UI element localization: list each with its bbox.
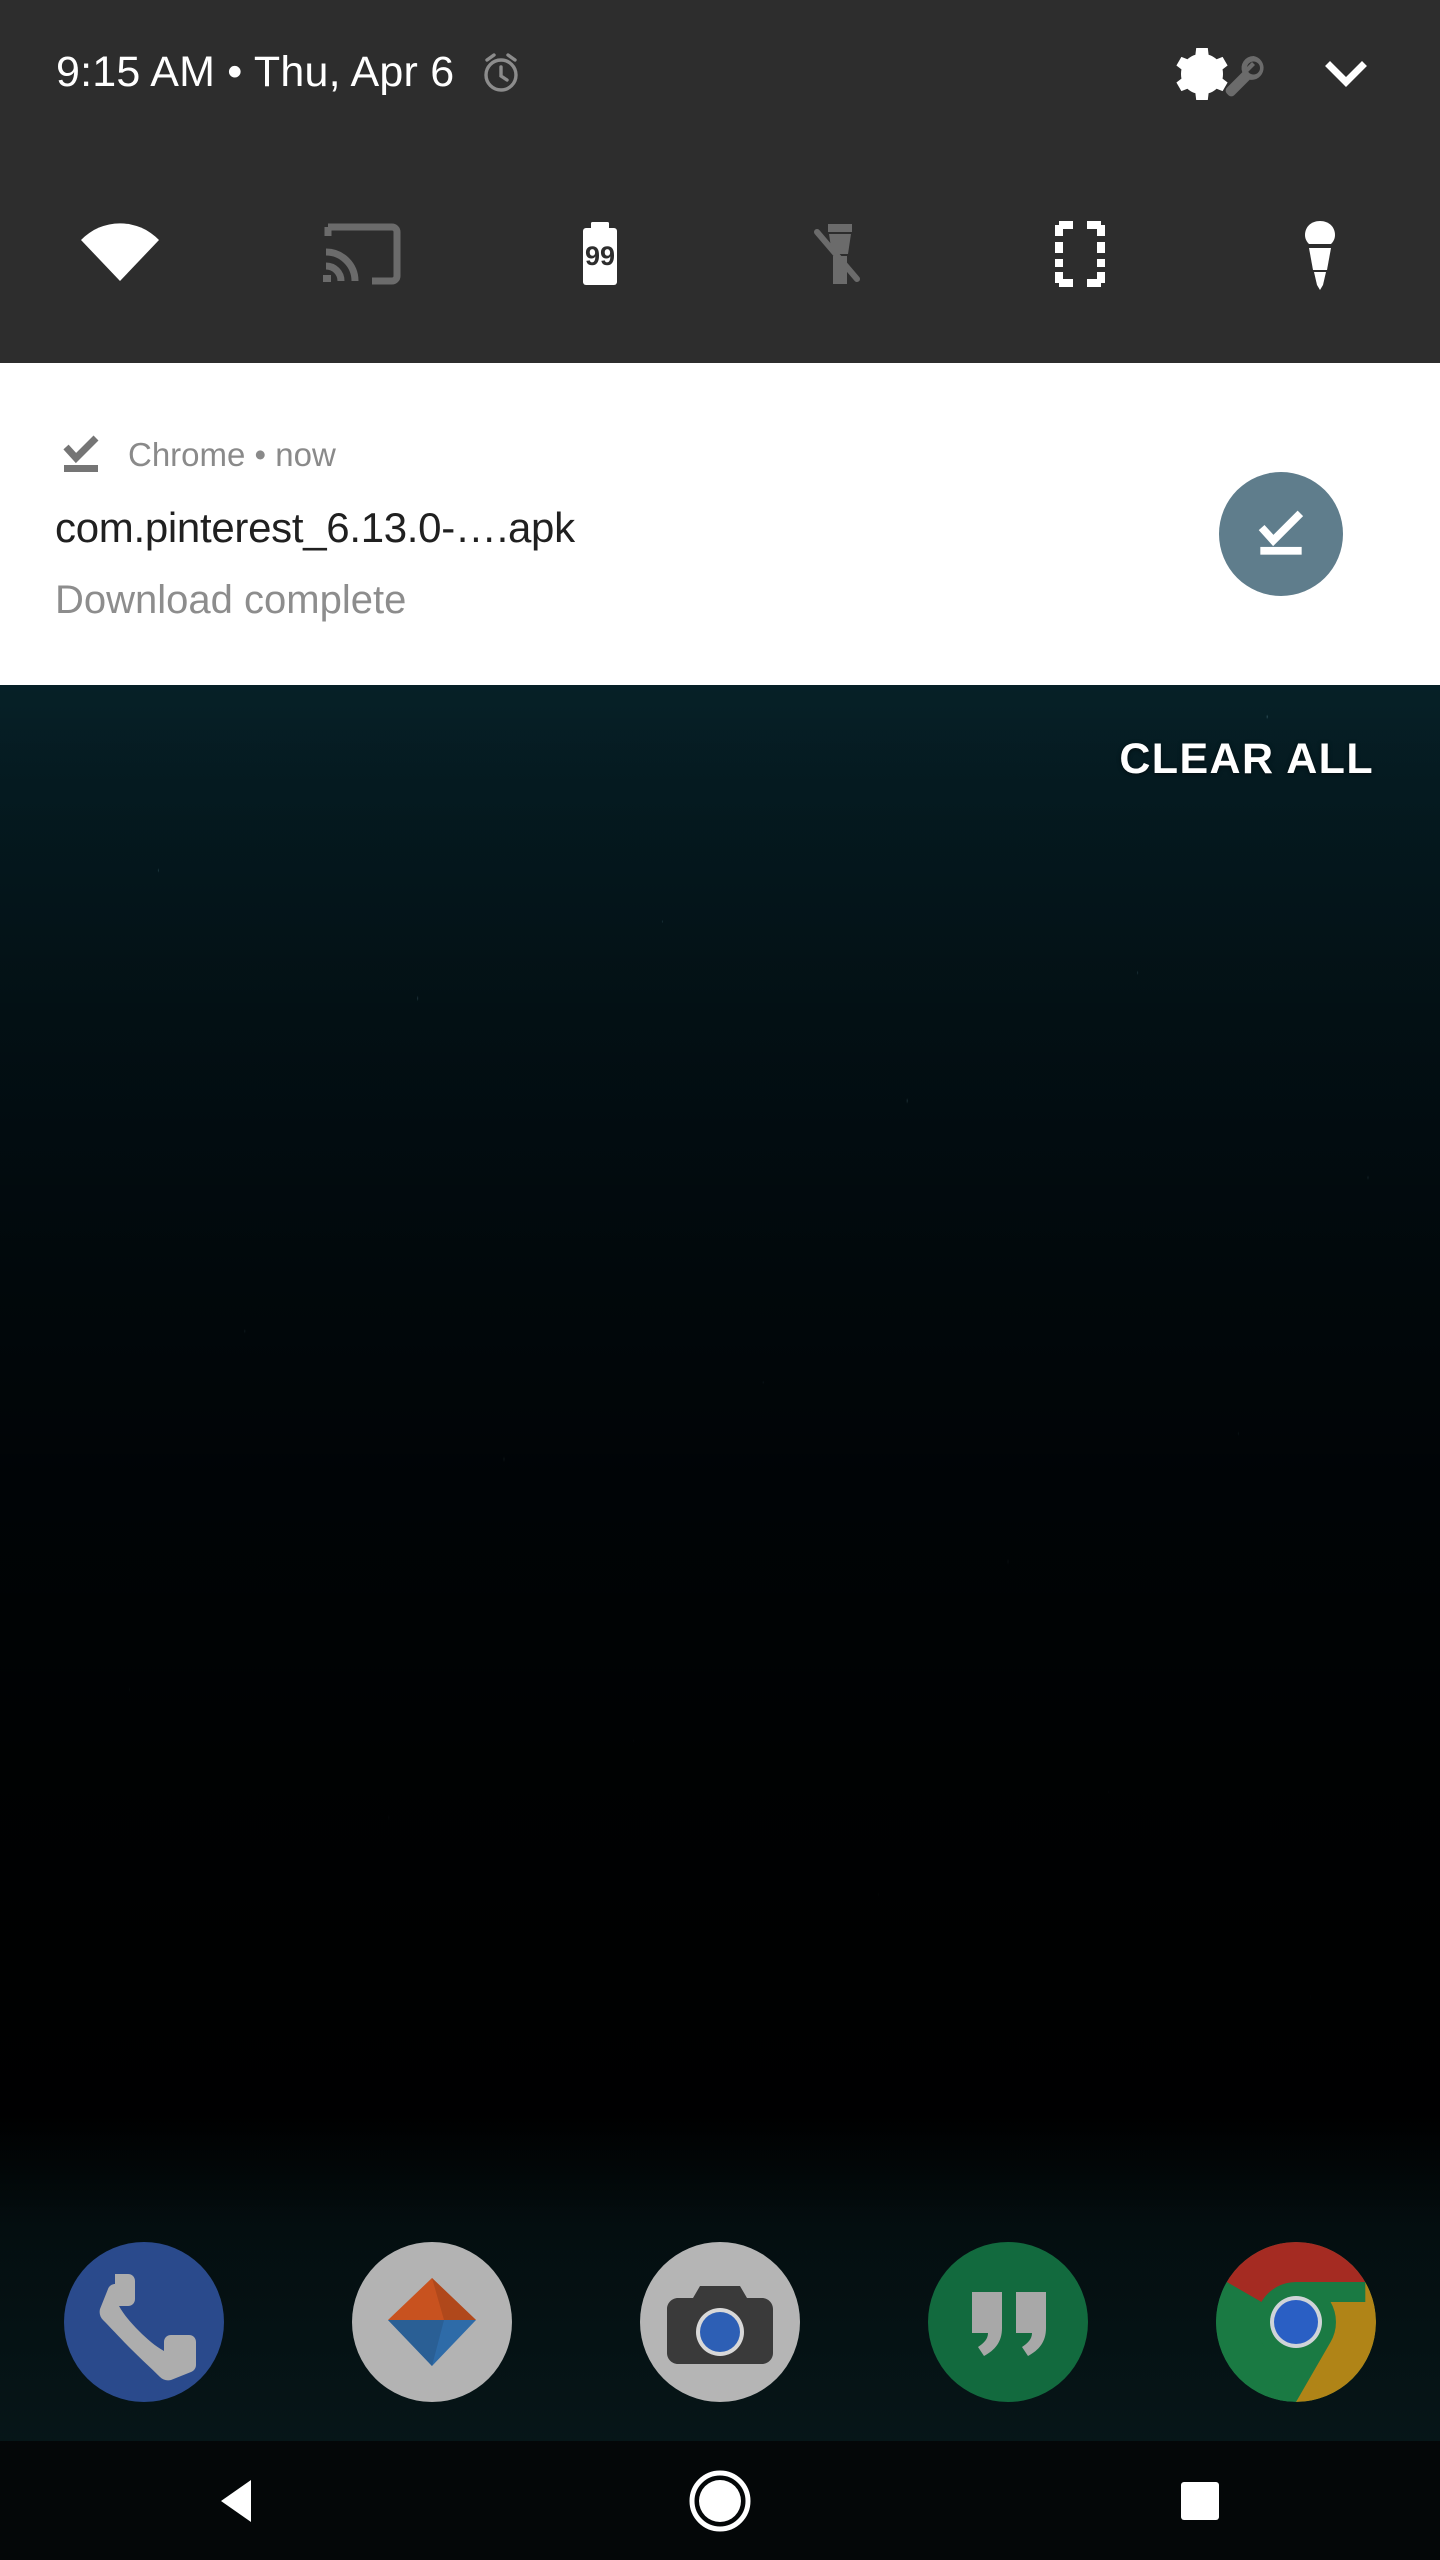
clear-all-button[interactable]: CLEAR ALL (1119, 735, 1374, 784)
notification-app-and-time: Chrome • now (128, 436, 336, 473)
quick-settings-row: 99 (0, 145, 1440, 363)
android-screen: CLEAR ALL 9:15 AM • Thu, Apr 6 99 Chrome… (0, 0, 1440, 2560)
download-done-icon (1258, 510, 1304, 555)
camera-icon (640, 2242, 800, 2402)
flashlight-on-icon (1305, 221, 1335, 290)
dock-app-hangouts[interactable] (864, 2242, 1152, 2402)
screen-rotation-icon (1055, 221, 1105, 287)
dock-app-camera[interactable] (576, 2242, 864, 2402)
collapse-shade-button[interactable] (1298, 25, 1394, 121)
qs-tile-flashlight-on[interactable] (1200, 145, 1440, 363)
triangles-icon (352, 2242, 512, 2402)
alarm-clock-icon (476, 48, 526, 98)
circle-home-icon (689, 2470, 751, 2531)
download-done-icon (63, 435, 99, 472)
triangle-back-icon (221, 2479, 251, 2522)
notification-action-button[interactable] (1219, 472, 1343, 596)
battery-icon: 99 (583, 222, 617, 285)
dock-app-messages[interactable] (288, 2242, 576, 2402)
qs-tile-cast[interactable] (240, 145, 480, 363)
status-bar-clock: 9:15 AM • Thu, Apr 6 (56, 48, 455, 96)
quotes-icon (928, 2242, 1088, 2402)
qs-tile-flashlight-off[interactable] (720, 145, 960, 363)
dock-app-chrome[interactable] (1152, 2242, 1440, 2402)
dock (0, 2232, 1440, 2412)
wifi-icon (81, 223, 159, 281)
qs-tile-wifi[interactable] (0, 145, 240, 363)
notification-header: Chrome • now (58, 431, 336, 479)
chevron-down-icon (1325, 60, 1367, 87)
nav-back-button[interactable] (0, 2470, 480, 2532)
navigation-bar (0, 2441, 1440, 2560)
flashlight-off-icon (814, 224, 860, 284)
nav-recents-button[interactable] (960, 2474, 1440, 2528)
wrench-icon (1225, 55, 1264, 96)
qs-tile-auto-rotate[interactable] (960, 145, 1200, 363)
qs-tile-battery[interactable]: 99 (480, 145, 720, 363)
status-bar: 9:15 AM • Thu, Apr 6 (0, 0, 1440, 145)
notification-subtitle: Download complete (55, 578, 407, 622)
notification-shade-header: 9:15 AM • Thu, Apr 6 99 (0, 0, 1440, 363)
notification-title: com.pinterest_6.13.0-….apk (55, 504, 575, 551)
nav-home-button[interactable] (480, 2468, 960, 2534)
dock-app-phone[interactable] (0, 2242, 288, 2402)
status-bar-left: 9:15 AM • Thu, Apr 6 (56, 48, 526, 98)
settings-button[interactable] (1172, 38, 1276, 108)
battery-level-text: 99 (585, 241, 615, 271)
chrome-icon (1216, 2242, 1376, 2402)
status-bar-right (1172, 0, 1394, 145)
cast-icon (323, 223, 401, 285)
phone-icon (64, 2242, 224, 2402)
square-recents-icon (1181, 2481, 1219, 2520)
